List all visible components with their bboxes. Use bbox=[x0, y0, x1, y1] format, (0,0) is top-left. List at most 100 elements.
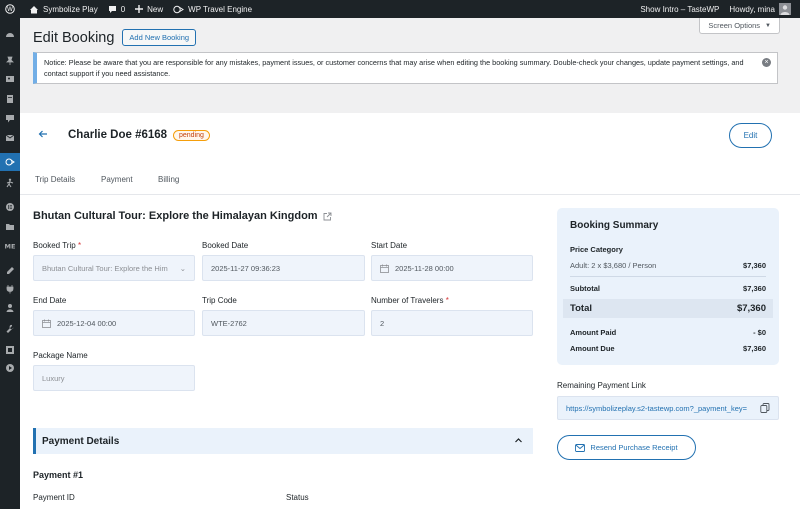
payment-details-header[interactable]: Payment Details bbox=[33, 428, 533, 454]
package-name-value: Luxury bbox=[42, 373, 65, 383]
booked-trip-value: Bhutan Cultural Tour: Explore the Him bbox=[42, 263, 168, 273]
subtotal-row: Subtotal $7,360 bbox=[570, 284, 766, 293]
back-arrow-icon[interactable] bbox=[38, 128, 48, 142]
edit-button[interactable]: Edit bbox=[729, 123, 772, 148]
account-menu[interactable]: Howdy, mina bbox=[724, 0, 800, 18]
page-title: Edit Booking bbox=[33, 29, 115, 46]
external-link-icon[interactable] bbox=[323, 212, 332, 221]
copy-icon[interactable] bbox=[760, 403, 770, 413]
tools-icon[interactable] bbox=[0, 320, 20, 338]
comments-icon[interactable] bbox=[0, 110, 20, 128]
start-date-label: Start Date bbox=[371, 241, 408, 250]
screen-options-label: Screen Options bbox=[708, 21, 761, 30]
travelers-field[interactable]: 2 bbox=[371, 310, 533, 336]
media-icon[interactable] bbox=[0, 70, 20, 88]
wp-travel-engine-link[interactable]: WP Travel Engine bbox=[168, 0, 257, 18]
payment-number: Payment #1 bbox=[33, 470, 84, 480]
price-category-label: Price Category bbox=[570, 245, 623, 254]
dashboard-icon[interactable] bbox=[0, 26, 20, 44]
tab-billing[interactable]: Billing bbox=[158, 175, 179, 184]
booked-trip-label: Booked Trip * bbox=[33, 241, 82, 250]
caret-down-icon: ▼ bbox=[765, 22, 771, 29]
new-label: New bbox=[147, 4, 164, 14]
adult-price-amount: $7,360 bbox=[743, 261, 766, 270]
plugins-icon[interactable] bbox=[0, 280, 20, 298]
svg-text:ME: ME bbox=[5, 243, 15, 251]
comments-link[interactable]: 0 bbox=[103, 0, 130, 18]
plus-icon bbox=[135, 5, 144, 13]
amount-paid-label: Amount Paid bbox=[570, 328, 617, 337]
page-title-row: Edit Booking Add New Booking bbox=[33, 29, 197, 46]
booked-trip-select[interactable]: Bhutan Cultural Tour: Explore the Him ⌄ bbox=[33, 255, 195, 281]
travel-icon[interactable] bbox=[0, 153, 20, 171]
travel-engine-icon bbox=[173, 5, 185, 13]
show-intro-link[interactable]: Show Intro – TasteWP bbox=[635, 0, 724, 18]
plugin-label: WP Travel Engine bbox=[188, 4, 253, 14]
mail-icon[interactable] bbox=[0, 129, 20, 147]
chevron-up-icon[interactable] bbox=[514, 436, 523, 445]
new-content-link[interactable]: New bbox=[130, 0, 168, 18]
pages-icon[interactable] bbox=[0, 90, 20, 108]
add-new-booking-button[interactable]: Add New Booking bbox=[122, 29, 197, 46]
howdy-label: Howdy, mina bbox=[729, 4, 775, 14]
templates-icon[interactable]: ME bbox=[0, 237, 20, 255]
comments-count: 0 bbox=[120, 4, 126, 14]
subtotal-label: Subtotal bbox=[570, 284, 600, 293]
remaining-payment-link-field[interactable]: https://symbolizeplay.s2-tastewp.com?_pa… bbox=[557, 396, 779, 420]
resend-label: Resend Purchase Receipt bbox=[590, 443, 678, 452]
travelers-label: Number of Travelers * bbox=[371, 296, 449, 305]
trip-code-field[interactable]: WTE-2762 bbox=[202, 310, 365, 336]
package-name-field[interactable]: Luxury bbox=[33, 365, 195, 391]
envelope-icon bbox=[575, 443, 586, 452]
remaining-payment-label: Remaining Payment Link bbox=[557, 381, 646, 390]
booked-date-field[interactable]: 2025-11-27 09:36:23 bbox=[202, 255, 365, 281]
home-icon bbox=[30, 5, 38, 13]
end-date-field[interactable]: 2025-12-04 00:00 bbox=[33, 310, 195, 336]
booking-panel: Charlie Doe #6168 pending Edit Trip Deta… bbox=[20, 113, 800, 509]
chevron-down-icon: ⌄ bbox=[179, 263, 186, 273]
appearance-icon[interactable] bbox=[0, 262, 20, 280]
payment-status-label: Status bbox=[286, 493, 309, 502]
wordpress-logo-icon[interactable]: W bbox=[0, 0, 24, 18]
tabs-row: Trip Details Payment Billing bbox=[20, 169, 800, 195]
calendar-icon bbox=[42, 319, 51, 328]
site-name-link[interactable]: Symbolize Play bbox=[24, 0, 103, 18]
subtotal-amount: $7,360 bbox=[743, 284, 766, 293]
tab-trip-details[interactable]: Trip Details bbox=[35, 175, 75, 184]
payment-id-label: Payment ID bbox=[33, 493, 75, 502]
hiker-icon[interactable] bbox=[0, 174, 20, 192]
users-icon[interactable] bbox=[0, 299, 20, 317]
remaining-payment-url: https://symbolizeplay.s2-tastewp.com?_pa… bbox=[566, 403, 747, 413]
tab-payment[interactable]: Payment bbox=[101, 175, 133, 184]
trip-title: Bhutan Cultural Tour: Explore the Himala… bbox=[33, 210, 332, 222]
trip-title-text: Bhutan Cultural Tour: Explore the Himala… bbox=[33, 210, 318, 222]
folder-icon[interactable] bbox=[0, 218, 20, 236]
show-intro-label: Show Intro – TasteWP bbox=[640, 4, 720, 14]
elementor-icon[interactable] bbox=[0, 198, 20, 216]
svg-text:W: W bbox=[7, 6, 13, 13]
divider bbox=[570, 276, 766, 277]
amount-due-row: Amount Due $7,360 bbox=[570, 344, 766, 353]
comment-icon bbox=[108, 5, 116, 13]
trip-code-label: Trip Code bbox=[202, 296, 237, 305]
screen-options-button[interactable]: Screen Options ▼ bbox=[699, 18, 780, 34]
summary-title: Booking Summary bbox=[570, 220, 659, 231]
start-date-value: 2025-11-28 00:00 bbox=[395, 263, 454, 273]
booking-summary-card: Booking Summary Price Category Adult: 2 … bbox=[557, 208, 779, 365]
payment-details-title: Payment Details bbox=[42, 435, 120, 447]
admin-sidebar: ME bbox=[0, 18, 20, 509]
play-icon[interactable] bbox=[0, 359, 20, 377]
pin-icon[interactable] bbox=[0, 52, 20, 70]
avatar bbox=[779, 3, 791, 15]
settings-icon[interactable] bbox=[0, 341, 20, 359]
booking-header: Charlie Doe #6168 pending Edit bbox=[20, 113, 800, 159]
dismiss-icon[interactable]: × bbox=[762, 58, 771, 67]
main-content: Screen Options ▼ Edit Booking Add New Bo… bbox=[20, 18, 800, 509]
resend-purchase-receipt-button[interactable]: Resend Purchase Receipt bbox=[557, 435, 696, 460]
total-row: Total $7,360 bbox=[563, 299, 773, 318]
total-label: Total bbox=[570, 303, 592, 314]
total-amount: $7,360 bbox=[736, 303, 766, 314]
start-date-field[interactable]: 2025-11-28 00:00 bbox=[371, 255, 533, 281]
notice-text: Notice: Please be aware that you are res… bbox=[44, 58, 744, 78]
amount-due-label: Amount Due bbox=[570, 344, 615, 353]
